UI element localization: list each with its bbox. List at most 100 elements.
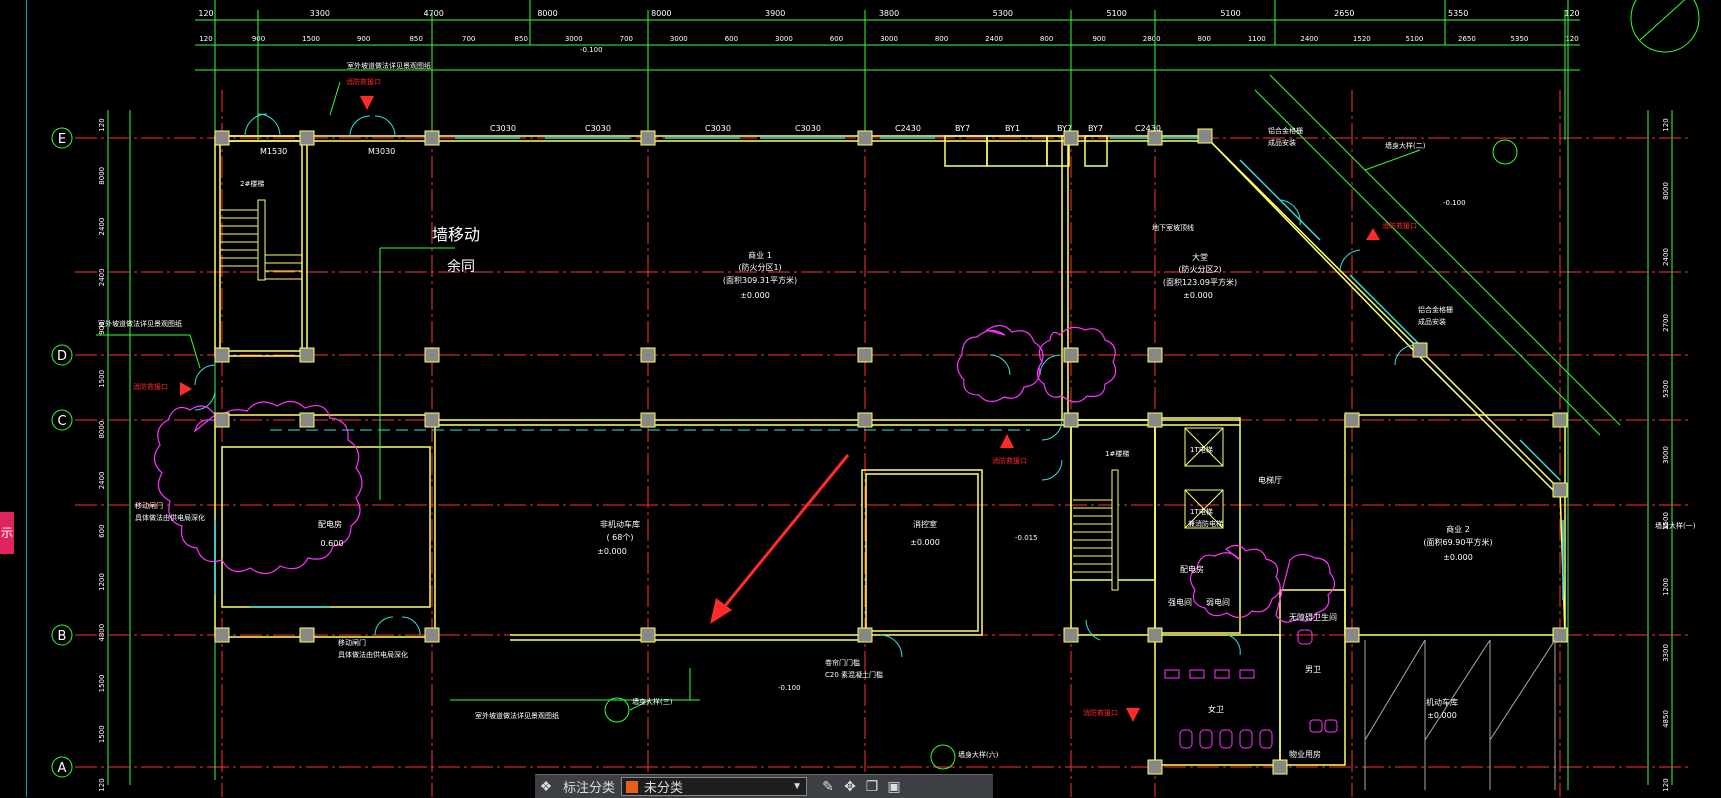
cad-drawing-canvas[interactable]: 120 3300 4700 8000 8000 3900 3800 5300 5100 5100 2… <box>0 0 1721 797</box>
window-tag: BY1 <box>1005 124 1020 133</box>
column <box>1552 627 1568 643</box>
grille-note-1: 铝合金格栅 <box>1268 126 1303 135</box>
room-12-name: 弱电间 <box>1206 597 1230 607</box>
copy-icon[interactable]: ❐ <box>861 776 883 798</box>
room-lower-name: 机动车库 <box>1426 697 1458 707</box>
room-5-name: 商业 2 <box>1446 524 1470 534</box>
dim-label: 1200 <box>1662 578 1670 596</box>
column <box>857 412 873 428</box>
elev-label-4: -0.100 <box>1443 199 1466 207</box>
dim-label: 2400 <box>1662 248 1670 266</box>
column <box>214 412 230 428</box>
dim-label: 700 <box>462 35 475 43</box>
axis-label: A <box>58 761 67 776</box>
column <box>640 347 656 363</box>
column <box>1147 627 1163 643</box>
column <box>1552 412 1568 428</box>
detail-1-label: 墙身大样(一) <box>1655 521 1696 530</box>
window-tag: BY7 <box>1057 124 1072 133</box>
axis-label: E <box>58 132 66 147</box>
detail-6-label: 墙身大样(六) <box>958 750 999 759</box>
axis-label: B <box>58 629 67 644</box>
detail-3-label: 墙身大样(三) <box>632 697 673 706</box>
dim-label: 4800 <box>98 624 106 642</box>
dim-label: 120 <box>1565 35 1578 43</box>
column <box>424 130 440 146</box>
room-3-elev: ±0.000 <box>597 547 627 556</box>
dim-label: 2700 <box>1662 314 1670 332</box>
room-5-elev: ±0.000 <box>1443 553 1473 562</box>
side-tab[interactable]: 示 <box>0 512 14 554</box>
same-note: 余同 <box>447 258 475 275</box>
column <box>1063 347 1079 363</box>
column <box>1063 130 1079 146</box>
dim-label: 2400 <box>98 471 106 489</box>
dim-label: 2650 <box>1458 35 1476 43</box>
window-tag: C3030 <box>585 124 611 133</box>
curb-label: C20 素混凝土门槛 <box>825 670 883 679</box>
move-door-note-4: 具体做法由供电局深化 <box>338 650 408 659</box>
room-2-name: 大堂 <box>1192 252 1208 262</box>
chevron-down-icon: ▼ <box>792 781 803 792</box>
window-tag: C2430 <box>895 124 921 133</box>
dim-label: 5100 <box>1220 9 1240 18</box>
window-tag: M1530 <box>260 147 287 156</box>
category-color-swatch <box>626 780 639 793</box>
room-14-name: 物业用房 <box>1289 749 1321 759</box>
window-tag: C3030 <box>795 124 821 133</box>
column <box>640 627 656 643</box>
detail-2-label: 墙身大样(二) <box>1385 141 1426 150</box>
fire-entrance-label-3: 消防救援口 <box>992 456 1027 465</box>
room-11-name: 强电间 <box>1168 597 1192 607</box>
dim-label: 8000 <box>98 421 106 439</box>
dim-label: 600 <box>830 35 843 43</box>
column <box>214 347 230 363</box>
dim-label: 600 <box>98 524 106 537</box>
dim-label: 8000 <box>98 167 106 185</box>
room-1-elev: ±0.000 <box>740 291 770 300</box>
axis-label: C <box>57 414 66 429</box>
dim-label: 5350 <box>1511 35 1529 43</box>
dim-label: 3000 <box>880 35 898 43</box>
category-selected: 未分类 <box>644 780 684 795</box>
column <box>1063 412 1079 428</box>
room-6-name: 配电房 <box>318 519 342 529</box>
grille-note-4: 成品安装 <box>1418 317 1446 326</box>
dim-label: 2650 <box>1334 9 1354 18</box>
room-3-sub: ( 68个) <box>607 533 634 542</box>
grille-note-3: 铝合金格栅 <box>1418 305 1453 314</box>
column <box>857 130 873 146</box>
elev-label-1: -0.100 <box>580 46 603 54</box>
room-1-area: (面积309.31平方米) <box>723 275 797 285</box>
dim-label: 900 <box>357 35 370 43</box>
dim-label: 1100 <box>1248 35 1266 43</box>
dim-label: 5100 <box>1106 9 1126 18</box>
room-6-elev: 0.600 <box>321 539 344 548</box>
underground-slope-label: 地下室坡顶线 <box>1152 223 1194 232</box>
edit-icon[interactable]: ✎ <box>817 776 839 798</box>
dim-label: 2400 <box>985 35 1003 43</box>
room-5-area: (面积69.90平方米) <box>1423 537 1492 547</box>
dim-label: 900 <box>1092 35 1105 43</box>
layers-icon[interactable]: ❖ <box>535 776 557 798</box>
dim-label: 700 <box>620 35 633 43</box>
dim-label: 1200 <box>98 573 106 591</box>
dim-label: 2400 <box>98 218 106 236</box>
dim-label: 4700 <box>423 9 443 18</box>
fire-entrance-label-2: 消防救援口 <box>133 382 168 391</box>
dim-label: 8000 <box>651 9 671 18</box>
dim-label: 2800 <box>1143 35 1161 43</box>
dim-label: 5350 <box>1448 9 1468 18</box>
column <box>1147 412 1163 428</box>
paste-icon[interactable]: ▣ <box>883 776 905 798</box>
room-4-name: 消控室 <box>913 519 937 529</box>
room-2-area: (面积123.09平方米) <box>1163 277 1237 287</box>
column <box>424 347 440 363</box>
column <box>1344 627 1360 643</box>
move-icon[interactable]: ✥ <box>839 776 861 798</box>
category-select[interactable]: 未分类 ▼ <box>621 777 808 796</box>
stair-1-label: 1#楼梯 <box>1105 449 1129 458</box>
column <box>1197 128 1213 144</box>
column <box>299 627 315 643</box>
elevator-2-label: 1T电梯 <box>1190 507 1213 516</box>
